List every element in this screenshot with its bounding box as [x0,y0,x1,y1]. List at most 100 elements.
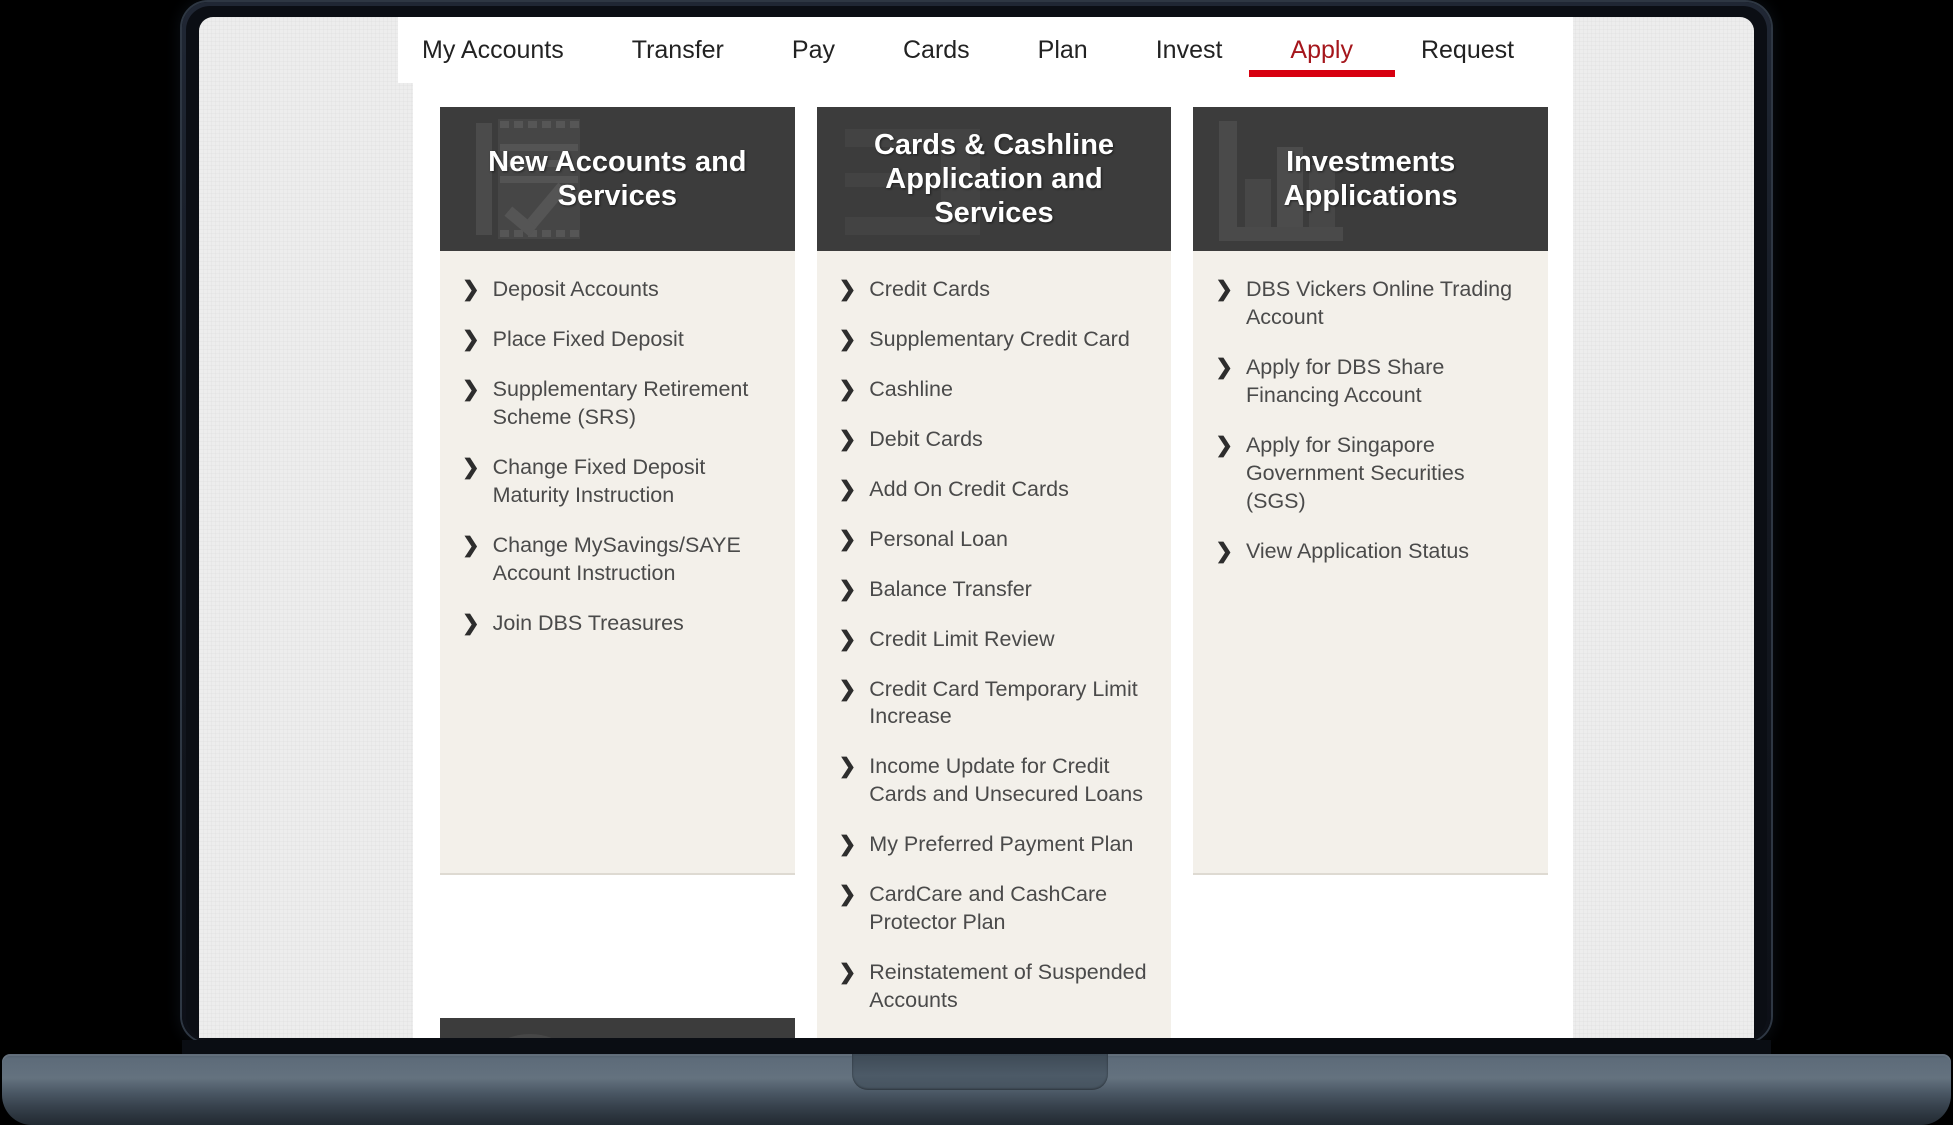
laptop-screen: My Accounts Transfer Pay Cards Plan Invest App… [199,17,1754,1038]
chevron-right-icon: ❯ [838,527,857,551]
chevron-right-icon: ❯ [1215,278,1233,301]
chevron-right-icon: ❯ [838,477,857,501]
list-item-label: View Application Status [1245,538,1470,563]
nav-item-label: Pay [791,35,835,64]
nav-item-plan[interactable]: Plan [1026,17,1100,83]
chevron-right-icon: ❯ [1215,539,1233,563]
list-item-label: Join DBS Treasures [492,610,684,635]
list-item-label: Apply for Singapore Government Securitie… [1245,432,1465,513]
chevron-right-icon: ❯ [838,677,857,701]
category-link-list: ❯ Credit Cards ❯ Supplementary Credit Card ❯… [816,251,1172,1039]
list-item-label: CardCare and CashCare Protector Plan [869,882,1108,935]
category-column: New Accounts and Services ❯ Deposit Accoun… [440,107,795,1038]
list-item-label: DBS Vickers Online Trading Account [1245,277,1513,329]
list-item[interactable]: ❯ Add On Credit Cards [817,465,1172,515]
list-item[interactable]: ❯ Deposit Accounts [440,265,795,315]
list-item-label: Personal Loan [869,526,1008,551]
insurance-section[interactable]: Insurance [440,1018,795,1038]
list-item[interactable]: ❯ Apply for DBS Share Financing Account [1193,343,1548,421]
chevron-right-icon: ❯ [462,533,480,557]
list-item-label: Supplementary Retirement Scheme (SRS) [492,376,749,429]
list-item[interactable]: ❯ Change Fixed Deposit Maturity Instructi… [440,443,795,521]
list-item[interactable]: ❯ Reinstatement of Suspended Accounts [817,948,1172,1026]
list-item[interactable]: ❯ Supplementary Retirement Scheme (SRS) [440,365,795,443]
list-item-label: Add On Credit Cards [869,476,1069,501]
list-item[interactable]: ❯ CardCare and CashCare Protector Plan [817,870,1172,948]
nav-item-label: Apply [1290,35,1353,64]
chevron-right-icon: ❯ [1215,433,1233,457]
nav-item-my-accounts[interactable]: My Accounts [410,17,576,83]
list-item[interactable]: ❯ Credit Cards [817,265,1172,315]
nav-item-label: Plan [1037,35,1088,64]
chevron-right-icon: ❯ [462,327,480,351]
list-item-label: Supplementary Credit Card [869,326,1130,351]
nav-item-request[interactable]: Request [1409,17,1526,83]
web-page: My Accounts Transfer Pay Cards Plan Invest App… [199,17,1754,1038]
list-item[interactable]: ❯ My Preferred Payment Plan [817,820,1172,870]
category-title: Cards & Cashline Application and Service… [873,128,1115,230]
content-panel: New Accounts and Services ❯ Deposit Accoun… [413,83,1573,1038]
category-header: Cards & Cashline Application and Service… [816,107,1172,251]
category-column: Cards & Cashline Application and Service… [816,107,1172,1039]
nav-item-cards[interactable]: Cards [891,17,982,83]
list-item-label: My Preferred Payment Plan [869,832,1134,857]
category-header: New Accounts and Services [440,107,795,251]
chevron-right-icon: ❯ [838,278,857,301]
list-item[interactable]: ❯ Place Fixed Deposit [440,315,795,365]
list-item-label: Upload Income Documents [869,1037,1128,1039]
chevron-right-icon: ❯ [838,327,857,351]
chevron-right-icon: ❯ [1215,355,1233,379]
nav-item-apply[interactable]: Apply [1248,17,1395,83]
list-item-label: Apply for DBS Share Financing Account [1245,354,1445,407]
list-item[interactable]: ❯ Supplementary Credit Card [817,315,1172,365]
chevron-right-icon: ❯ [462,278,480,301]
list-item-label: Balance Transfer [869,576,1032,601]
list-item[interactable]: ❯ DBS Vickers Online Trading Account [1193,265,1548,343]
chevron-right-icon: ❯ [838,627,857,651]
list-item-label: Debit Cards [869,426,983,451]
list-item-label: Deposit Accounts [492,277,659,301]
list-item[interactable]: ❯ Income Update for Credit Cards and Unse… [817,742,1172,820]
nav-item-transfer[interactable]: Transfer [620,17,736,83]
list-item[interactable]: ❯ Credit Card Temporary Limit Increase [817,665,1172,743]
category-link-list: ❯ DBS Vickers Online Trading Account ❯ Appl… [1193,251,1549,875]
category-title: New Accounts and Services [488,145,747,212]
list-item[interactable]: ❯ Join DBS Treasures [440,599,795,649]
category-column: Investments Applications ❯ DBS Vickers Onl… [1193,107,1549,1038]
list-item[interactable]: ❯ Credit Limit Review [817,615,1172,665]
list-item-label: Reinstatement of Suspended Accounts [869,960,1147,1012]
list-item[interactable]: ❯ Change MySavings/SAYE Account Instructi… [440,521,795,599]
list-item[interactable]: ❯ Cashline [817,365,1172,415]
list-item[interactable]: ❯ Balance Transfer [817,565,1172,615]
list-item-label: Change Fixed Deposit Maturity Instructio… [492,454,706,507]
chevron-right-icon: ❯ [462,377,480,401]
category-title: Investments Applications [1283,145,1458,212]
laptop-device: My Accounts Transfer Pay Cards Plan Invest App… [0,0,1953,1125]
list-item-label: Credit Limit Review [869,626,1055,651]
laptop-lid-bottom-edge [182,1040,1771,1054]
chevron-right-icon: ❯ [838,833,857,857]
nav-item-label: Request [1420,35,1515,64]
nav-active-underline [1248,70,1395,77]
list-item[interactable]: ❯ Debit Cards [817,415,1172,465]
chevron-right-icon: ❯ [838,577,857,601]
list-item[interactable]: ❯ View Application Status [1193,527,1548,577]
nav-item-label: My Accounts [422,35,564,64]
apply-categories-grid: New Accounts and Services ❯ Deposit Accoun… [440,107,1549,1039]
main-navigation[interactable]: My Accounts Transfer Pay Cards Plan Invest App… [398,17,1573,83]
nav-item-pay[interactable]: Pay [780,17,847,83]
umbrella-icon [470,1034,590,1038]
laptop-base-notch [852,1054,1108,1090]
chevron-right-icon: ❯ [838,883,857,907]
nav-item-invest[interactable]: Invest [1144,17,1235,83]
nav-item-label: Invest [1155,35,1223,64]
category-link-list: ❯ Deposit Accounts ❯ Place Fixed Deposit ❯ Su… [440,251,795,875]
list-item[interactable]: ❯ Personal Loan [817,515,1172,565]
list-item[interactable]: ❯Upload Income Documents [817,1026,1172,1039]
nav-item-label: Transfer [631,35,724,64]
list-item-label: Place Fixed Deposit [492,326,684,351]
chevron-right-icon: ❯ [838,377,857,401]
chevron-right-icon: ❯ [838,755,857,779]
list-item[interactable]: ❯ Apply for Singapore Government Securiti… [1193,421,1548,527]
insurance-header: Insurance [440,1018,795,1038]
